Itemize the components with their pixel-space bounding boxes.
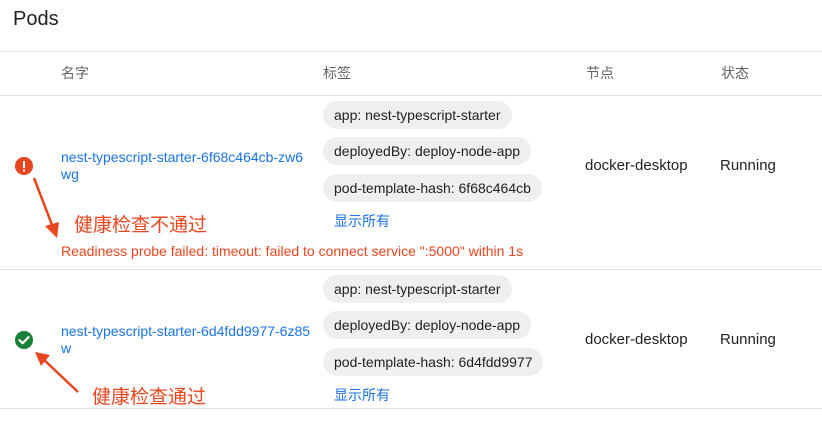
arrow-head	[45, 222, 59, 238]
annotation-arrows	[32, 177, 79, 393]
arrow-line	[32, 177, 56, 231]
arrow-line	[41, 357, 79, 393]
